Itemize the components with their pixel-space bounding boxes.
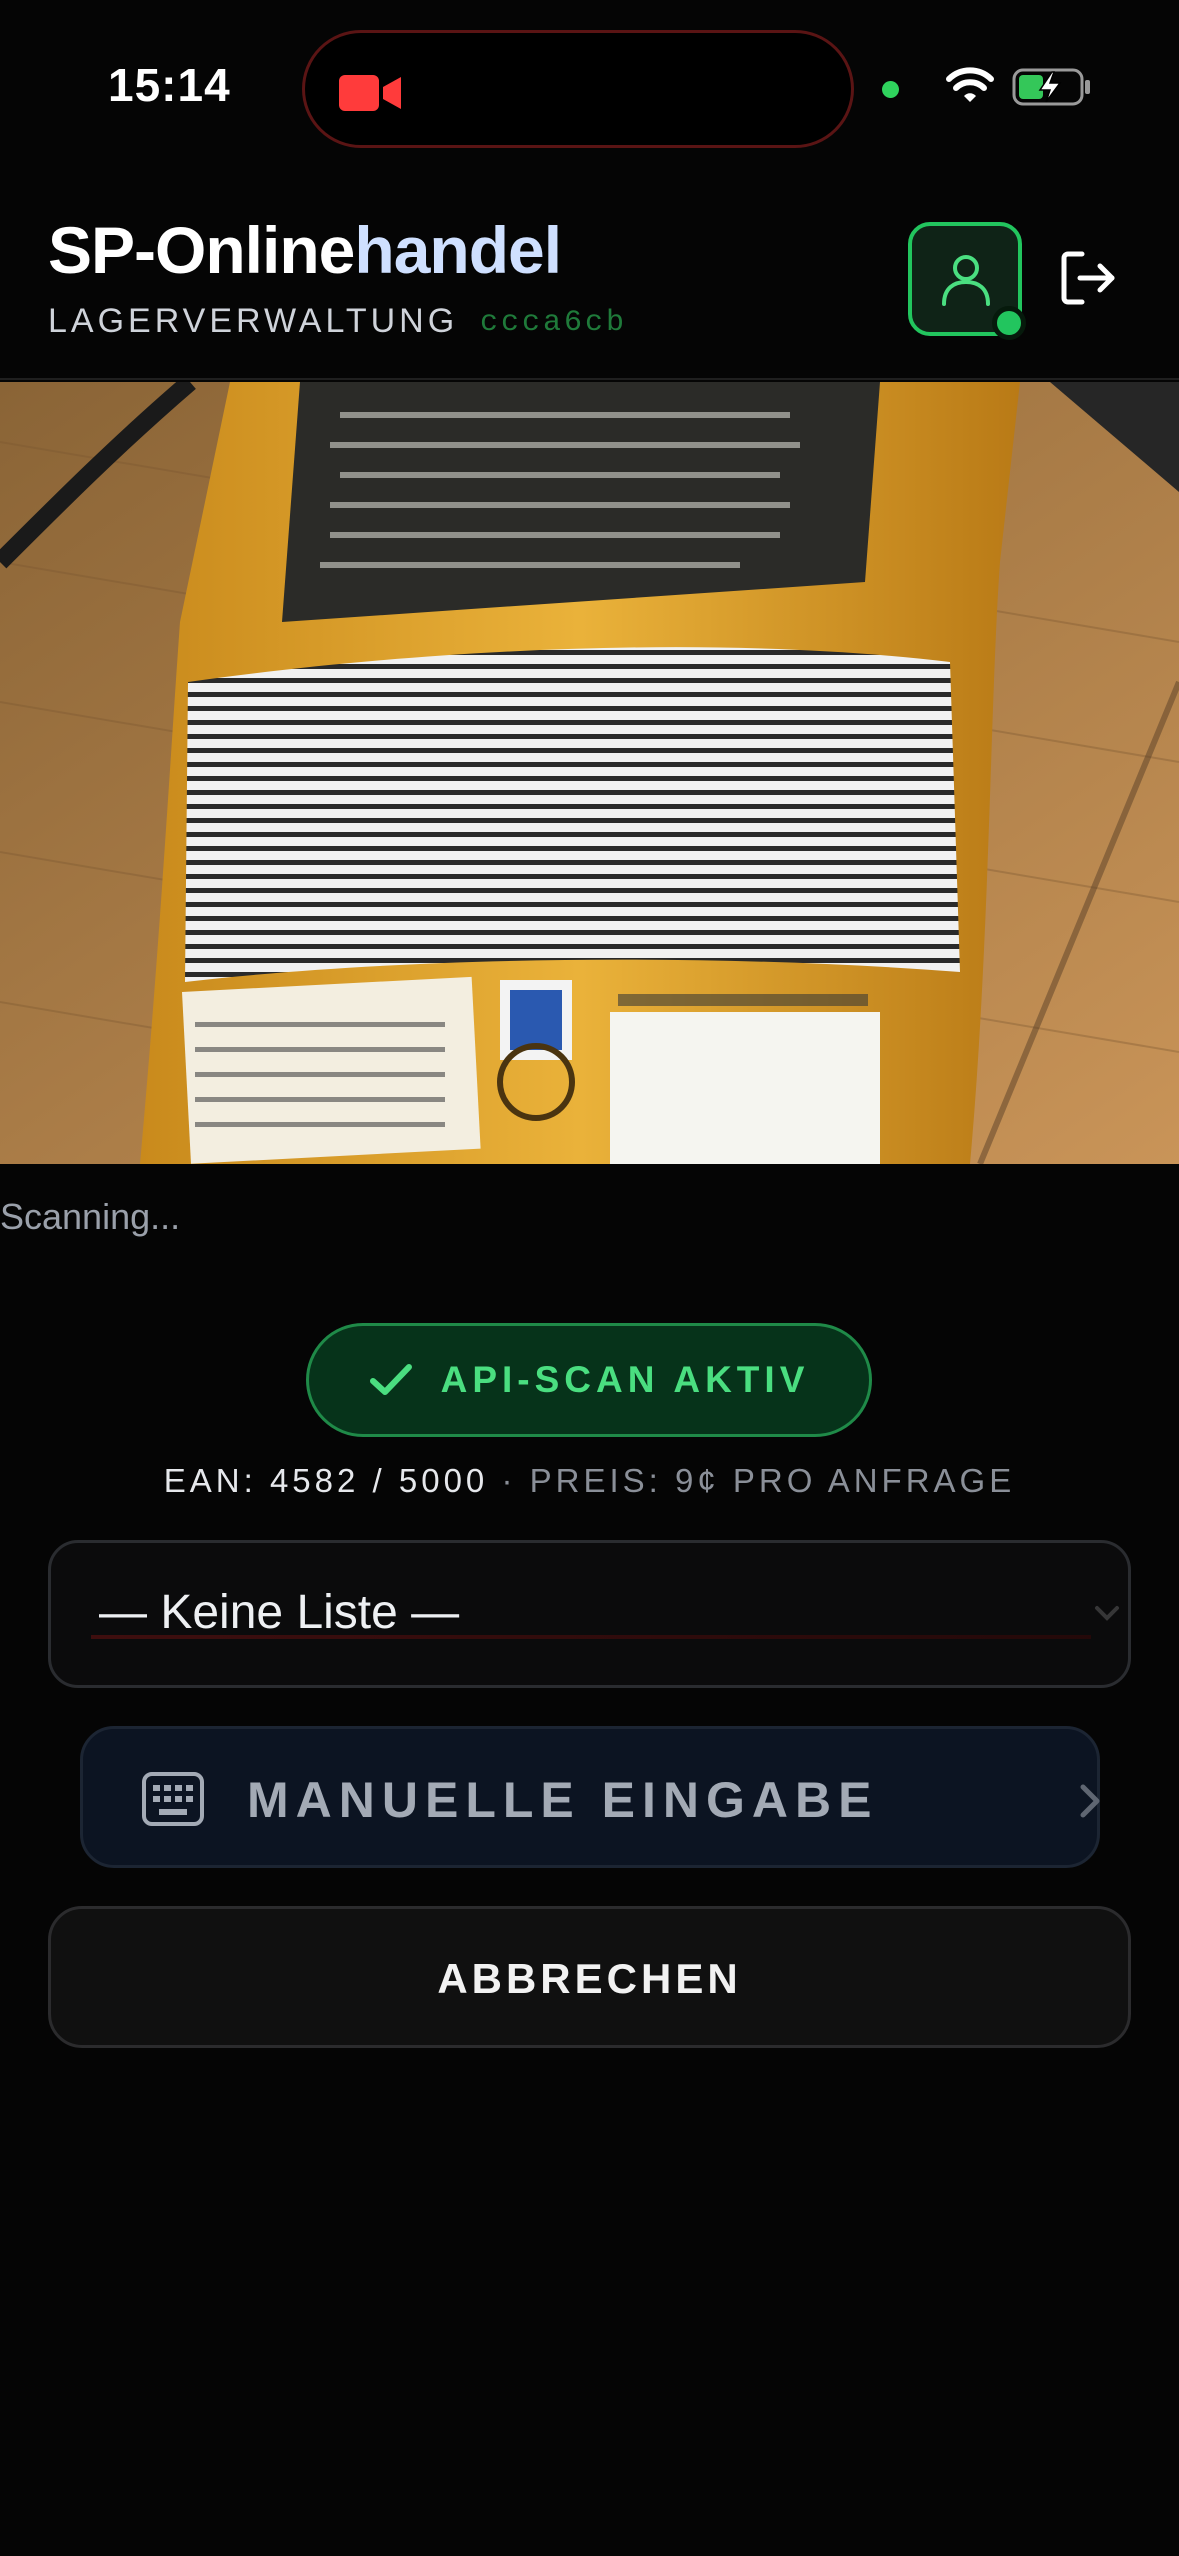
keyboard-icon — [142, 1772, 204, 1826]
app-subtitle: LAGERVERWALTUNG — [48, 302, 459, 340]
dynamic-island[interactable] — [302, 30, 854, 148]
chevron-down-icon — [1095, 1606, 1119, 1621]
quota-separator: · — [488, 1462, 530, 1499]
chevron-right-icon — [1080, 1784, 1100, 1818]
manual-entry-button[interactable]: MANUELLE EINGABE — [80, 1726, 1100, 1868]
profile-button[interactable] — [908, 222, 1026, 340]
cancel-label: ABBRECHEN — [437, 1955, 742, 2002]
app-title: SP-Onlinehandel — [48, 212, 562, 288]
price-info: PREIS: 9¢ PRO ANFRAGE — [529, 1462, 1016, 1499]
scanner-status: Scanning... — [0, 1196, 181, 1237]
list-select[interactable]: — Keine Liste — — [48, 1540, 1131, 1688]
app-title-part2: handel — [354, 213, 562, 287]
battery-charging-icon — [1012, 68, 1090, 106]
cancel-button[interactable]: ABBRECHEN — [48, 1906, 1131, 2048]
api-scan-label: API-SCAN AKTIV — [440, 1359, 810, 1400]
quota-line: EAN: 4582 / 5000 · PREIS: 9¢ PRO ANFRAGE — [0, 1462, 1179, 1500]
camera-frame-image — [0, 382, 1179, 1164]
logout-icon[interactable] — [1056, 246, 1120, 310]
api-scan-badge: API-SCAN AKTIV — [306, 1323, 872, 1437]
ean-count: EAN: 4582 / 5000 — [163, 1462, 489, 1499]
app-title-part1: SP-Online — [48, 213, 355, 287]
app-header: SP-Onlinehandel LAGERVERWALTUNG ccca6cb — [0, 190, 1179, 380]
status-bar: 15:14 — [0, 0, 1179, 170]
manual-entry-label: MANUELLE EINGABE — [247, 1772, 879, 1828]
wifi-icon — [946, 67, 994, 102]
video-camera-icon — [339, 75, 401, 111]
build-hash: ccca6cb — [480, 306, 628, 340]
camera-preview[interactable] — [0, 382, 1179, 1164]
list-select-underline — [91, 1635, 1091, 1639]
check-icon — [369, 1364, 412, 1395]
online-status-dot — [992, 306, 1026, 340]
list-select-value: — Keine Liste — — [99, 1586, 460, 1639]
status-time: 15:14 — [108, 59, 231, 111]
privacy-indicator — [882, 81, 899, 98]
user-icon — [942, 255, 990, 306]
